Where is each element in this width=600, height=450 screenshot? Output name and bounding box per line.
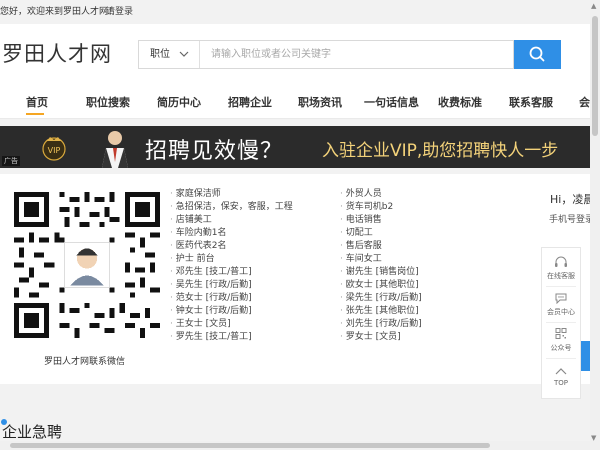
section-title: 企业急聘 bbox=[2, 423, 63, 441]
top-bar: 您好，欢迎来到罗田人才网！ 请登录 bbox=[0, 0, 600, 24]
list-item[interactable]: 医药代表2名 bbox=[170, 240, 293, 253]
site-logo[interactable]: 罗田人才网 bbox=[2, 38, 112, 68]
chevron-up-icon bbox=[555, 368, 567, 375]
divider bbox=[546, 358, 576, 359]
header: 罗田人才网 职位 bbox=[0, 24, 600, 85]
banner-subline: 入驻企业VIP,助您招聘快人一步 bbox=[322, 141, 559, 161]
qrcode-icon bbox=[555, 328, 567, 339]
vertical-scrollbar[interactable]: ▲ ▼ bbox=[590, 0, 600, 450]
list-item[interactable]: 范女士 [行政/后勤] bbox=[170, 292, 293, 305]
list-item[interactable]: 货车司机b2 bbox=[340, 201, 422, 214]
list-item[interactable]: 切配工 bbox=[340, 227, 422, 240]
search-icon bbox=[529, 46, 545, 62]
float-item-online-service[interactable]: 在线客服 bbox=[542, 256, 580, 281]
list-item[interactable]: 邓先生 [技工/普工] bbox=[170, 266, 293, 279]
login-link[interactable]: 请登录 bbox=[106, 0, 133, 24]
scroll-down-icon[interactable]: ▼ bbox=[591, 434, 596, 442]
float-item-member-center[interactable]: 会员中心 bbox=[542, 292, 580, 317]
search-button[interactable] bbox=[514, 40, 561, 69]
list-item[interactable]: 钟女士 [行政/后勤] bbox=[170, 305, 293, 318]
scrollbar-thumb[interactable] bbox=[10, 443, 490, 448]
horizontal-scrollbar[interactable] bbox=[0, 441, 590, 450]
chat-icon bbox=[555, 293, 567, 304]
list-item[interactable]: 吴先生 [行政/后勤] bbox=[170, 279, 293, 292]
search-type-select[interactable]: 职位 bbox=[139, 41, 200, 68]
list-item[interactable]: 外贸人员 bbox=[340, 188, 422, 201]
scrollbar-thumb[interactable] bbox=[592, 16, 598, 136]
float-item-back-to-top[interactable]: TOP bbox=[542, 366, 580, 387]
list-item[interactable]: 店铺美工 bbox=[170, 214, 293, 227]
nav-active-underline bbox=[26, 113, 44, 115]
scroll-up-icon[interactable]: ▲ bbox=[591, 2, 596, 10]
phone-login-link[interactable]: 手机号登录 bbox=[549, 212, 594, 225]
divider bbox=[546, 322, 576, 323]
search-input[interactable] bbox=[201, 41, 509, 68]
list-item[interactable]: 电话销售 bbox=[340, 214, 422, 227]
banner-headline: 招聘见效慢？ bbox=[145, 139, 284, 164]
nav-item-one-line-info[interactable]: 一句话信息 bbox=[364, 94, 419, 110]
qrcode-caption: 罗田人才网联系微信 bbox=[44, 357, 126, 367]
ad-label: 广告 bbox=[2, 156, 20, 166]
list-item[interactable]: 车险内勤1名 bbox=[170, 227, 293, 240]
nav-item-customer-service[interactable]: 联系客服 bbox=[509, 94, 553, 110]
welcome-text: 您好，欢迎来到罗田人才网！ bbox=[0, 7, 118, 17]
list-item[interactable]: 急招保洁，保安，客服，工程 bbox=[170, 201, 293, 214]
chevron-down-icon bbox=[179, 42, 189, 77]
float-label: 会员中心 bbox=[547, 308, 575, 316]
list-item[interactable]: 梁先生 [行政/后勤] bbox=[340, 292, 422, 305]
nav-item-companies[interactable]: 招聘企业 bbox=[228, 94, 272, 110]
nav-item-pricing[interactable]: 收费标准 bbox=[438, 94, 482, 110]
headset-icon bbox=[555, 256, 567, 267]
nav-item-job-search[interactable]: 职位搜索 bbox=[86, 94, 130, 110]
list-item[interactable]: 欧女士 [其他职位] bbox=[340, 279, 422, 292]
list-item[interactable]: 王女士 [文员] bbox=[170, 318, 293, 331]
businessman-illustration bbox=[102, 131, 128, 168]
info-list-right: 外贸人员 货车司机b2 电话销售 切配工 售后客服 车间女工 谢先生 [销售岗位… bbox=[340, 188, 422, 344]
nav-item-news[interactable]: 职场资讯 bbox=[298, 94, 342, 110]
float-label: 公众号 bbox=[550, 344, 572, 352]
nav-item-home[interactable]: 首页 bbox=[26, 94, 48, 110]
vip-crown-icon: VIP bbox=[42, 137, 66, 161]
vip-banner[interactable]: VIP 广告 招聘见效慢？ 入驻企业VIP,助您招聘快人一步 bbox=[0, 126, 600, 168]
user-greeting: Hi，凌晨 bbox=[550, 193, 595, 206]
list-item[interactable]: 谢先生 [销售岗位] bbox=[340, 266, 422, 279]
info-card: 罗田人才网联系微信 家庭保洁师 急招保洁，保安，客服，工程 店铺美工 车险内勤1… bbox=[0, 174, 600, 384]
main-nav: 首页 职位搜索 简历中心 招聘企业 职场资讯 一句话信息 收费标准 联系客服 会… bbox=[0, 85, 600, 119]
search-type-label: 职位 bbox=[150, 49, 170, 60]
list-item[interactable]: 护士 前台 bbox=[170, 253, 293, 266]
wechat-qrcode bbox=[14, 192, 160, 338]
float-item-official-account[interactable]: 公众号 bbox=[542, 328, 580, 353]
list-item[interactable]: 刘先生 [行政/后勤] bbox=[340, 318, 422, 331]
info-list-left: 家庭保洁师 急招保洁，保安，客服，工程 店铺美工 车险内勤1名 医药代表2名 护… bbox=[170, 188, 293, 344]
list-item[interactable]: 车间女工 bbox=[340, 253, 422, 266]
list-item[interactable]: 张先生 [其他职位] bbox=[340, 305, 422, 318]
divider bbox=[546, 286, 576, 287]
vip-text: VIP bbox=[48, 146, 61, 155]
list-item[interactable]: 罗女士 [文员] bbox=[340, 331, 422, 344]
float-label: 在线客服 bbox=[547, 272, 575, 280]
list-item[interactable]: 售后客服 bbox=[340, 240, 422, 253]
search-box: 职位 bbox=[138, 40, 514, 69]
nav-item-resume-center[interactable]: 简历中心 bbox=[157, 94, 201, 110]
list-item[interactable]: 家庭保洁师 bbox=[170, 188, 293, 201]
floating-toolbar: 在线客服 会员中心 公众号 TOP bbox=[541, 247, 581, 399]
float-label: TOP bbox=[553, 379, 568, 387]
list-item[interactable]: 罗先生 [技工/普工] bbox=[170, 331, 293, 344]
